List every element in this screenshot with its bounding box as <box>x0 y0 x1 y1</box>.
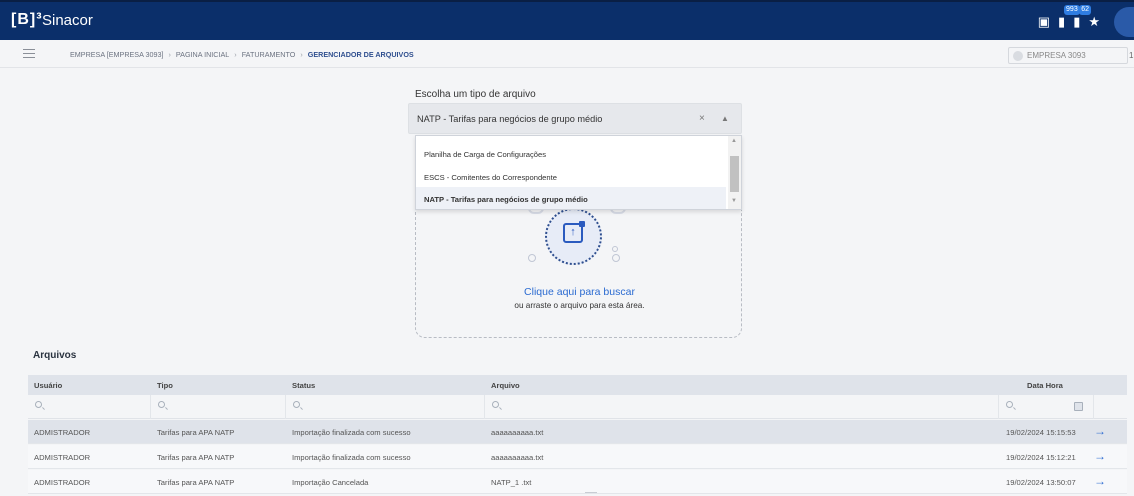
filter-type-input[interactable] <box>151 395 286 419</box>
column-header-file[interactable]: Arquivo <box>491 381 520 390</box>
avatar[interactable] <box>1114 7 1134 37</box>
arrow-right-icon[interactable]: → <box>1094 449 1106 463</box>
browse-link[interactable]: Clique aqui para buscar <box>416 286 743 298</box>
cell-user: ADMISTRADOR <box>34 453 91 462</box>
chevron-right-icon: › <box>300 50 303 59</box>
cell-datetime: 19/02/2024 13:50:07 <box>1006 478 1076 487</box>
search-icon <box>492 401 499 408</box>
chevron-up-icon[interactable]: ▲ <box>721 114 729 123</box>
filter-user-input[interactable] <box>28 395 151 419</box>
filter-file-input[interactable] <box>485 395 999 419</box>
cell-file: aaaaaaaaaa.txt <box>491 428 544 437</box>
file-type-select[interactable]: NATP - Tarifas para negócios de grupo mé… <box>408 103 742 134</box>
search-icon <box>158 401 165 408</box>
column-header-datetime[interactable]: Data Hora <box>1027 381 1063 390</box>
arrow-right-icon[interactable]: → <box>1094 424 1106 438</box>
company-icon <box>1013 51 1023 61</box>
cell-status: Importação Cancelada <box>292 478 369 487</box>
scrollbar-thumb[interactable] <box>730 156 739 192</box>
cell-status: Importação finalizada com sucesso <box>292 428 411 437</box>
chevron-right-icon: › <box>234 50 237 59</box>
breadcrumb-current: GERENCIADOR DE ARQUIVOS <box>307 50 414 59</box>
scroll-down-icon[interactable]: ▼ <box>731 198 737 204</box>
document-icon[interactable]: ▣ <box>1038 14 1050 30</box>
chevron-right-icon: › <box>168 50 171 59</box>
breadcrumb-item-faturamento[interactable]: FATURAMENTO <box>242 50 296 59</box>
breadcrumb-item-empresa[interactable]: EMPRESA [EMPRESA 3093] <box>70 50 163 59</box>
dropdown-scrollbar[interactable]: ▲ ▼ <box>728 136 741 209</box>
cell-type: Tarifas para APA NATP <box>157 478 235 487</box>
menu-icon[interactable] <box>23 49 35 61</box>
file-type-label: Escolha um tipo de arquivo <box>415 89 536 100</box>
arrow-right-icon[interactable]: → <box>1094 474 1106 488</box>
dropdown-option-selected[interactable]: NATP - Tarifas para negócios de grupo mé… <box>416 187 726 209</box>
notifications-icon[interactable]: ▮ 993 <box>1058 5 1080 30</box>
app-name: Sinacor <box>42 12 93 29</box>
cell-user: ADMISTRADOR <box>34 428 91 437</box>
app-header: [B]³ Sinacor ▣ ▮ 993 ▮ 62 ★ <box>0 0 1134 40</box>
search-icon <box>35 401 42 408</box>
breadcrumb-item-pagina-inicial[interactable]: PAGINA INICIAL <box>176 50 229 59</box>
search-icon <box>1006 401 1013 408</box>
cell-status: Importação finalizada com sucesso <box>292 453 411 462</box>
company-selector[interactable]: EMPRESA 3093 <box>1008 47 1128 64</box>
cell-datetime: 19/02/2024 15:15:53 <box>1006 428 1076 437</box>
filter-row <box>28 395 1127 419</box>
dropdown-option[interactable]: Planilha de Carga de Configurações <box>416 142 726 164</box>
scroll-up-icon[interactable]: ▲ <box>731 138 737 144</box>
page-footer-divider <box>585 492 597 495</box>
calendar-icon[interactable] <box>1074 402 1083 411</box>
header-actions: ▣ ▮ 993 ▮ 62 ★ <box>1038 2 1134 42</box>
column-header-type[interactable]: Tipo <box>157 381 173 390</box>
b3-logo: [B]³ <box>11 11 43 28</box>
cell-file: aaaaaaaaaa.txt <box>491 453 544 462</box>
files-section-title: Arquivos <box>33 350 77 361</box>
column-header-status[interactable]: Status <box>292 381 315 390</box>
table-row[interactable]: ADMISTRADOR Tarifas para APA NATP Import… <box>28 445 1127 469</box>
file-type-selected: NATP - Tarifas para negócios de grupo mé… <box>417 114 603 124</box>
cell-file: NATP_1 .txt <box>491 478 532 487</box>
table-row[interactable]: ADMISTRADOR Tarifas para APA NATP Import… <box>28 470 1127 494</box>
breadcrumb-bar: EMPRESA [EMPRESA 3093] › PAGINA INICIAL › FA… <box>0 40 1134 68</box>
decor-ring <box>612 246 618 252</box>
filter-datetime-input[interactable] <box>999 395 1094 419</box>
clear-icon[interactable]: × <box>699 113 705 124</box>
company-selector-placeholder: EMPRESA 3093 <box>1027 51 1086 60</box>
breadcrumb: EMPRESA [EMPRESA 3093] › PAGINA INICIAL › FA… <box>70 50 414 59</box>
filter-status-input[interactable] <box>286 395 485 419</box>
file-type-dropdown: Planilha de Carga de Configurações ESCS … <box>415 135 742 210</box>
messages-icon[interactable]: ▮ 62 <box>1073 5 1091 30</box>
dropzone-hint: ou arraste o arquivo para esta área. <box>514 301 645 310</box>
cell-user: ADMISTRADOR <box>34 478 91 487</box>
search-icon <box>293 401 300 408</box>
column-header-user[interactable]: Usuário <box>34 381 62 390</box>
table-header: Usuário Tipo Status Arquivo Data Hora <box>28 375 1127 395</box>
cell-type: Tarifas para APA NATP <box>157 428 235 437</box>
table-row[interactable]: ADMISTRADOR Tarifas para APA NATP Import… <box>28 420 1127 444</box>
favorites-icon[interactable]: ★ <box>1088 14 1100 30</box>
cell-datetime: 19/02/2024 15:12:21 <box>1006 453 1076 462</box>
files-table: Usuário Tipo Status Arquivo Data Hora AD… <box>28 375 1127 496</box>
upload-icon[interactable]: ↑ <box>563 221 585 243</box>
company-selector-edge: 1 <box>1129 51 1134 60</box>
dropdown-option[interactable]: ESCS - Comitentes do Correspondente <box>416 165 726 187</box>
decor-ring <box>612 254 620 262</box>
cell-type: Tarifas para APA NATP <box>157 453 235 462</box>
decor-ring <box>528 254 536 262</box>
